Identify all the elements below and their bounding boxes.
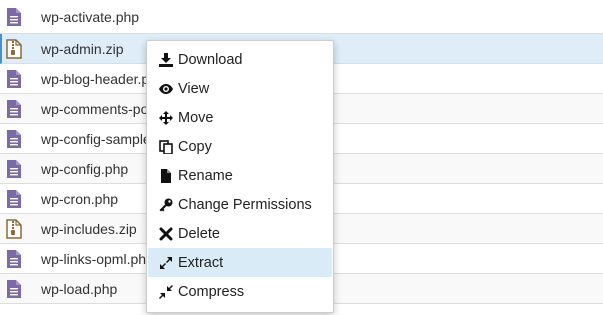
php-file-icon	[7, 249, 21, 268]
php-file-icon	[7, 99, 21, 118]
download-icon	[159, 52, 173, 67]
menu-item-extract[interactable]: Extract	[148, 248, 332, 277]
php-file-icon	[7, 189, 21, 208]
expand-icon	[160, 256, 172, 269]
menu-item-rename[interactable]: Rename	[148, 161, 332, 190]
file-name: wp-admin.zip	[41, 40, 124, 57]
file-name: wp-links-opml.ph	[41, 250, 147, 267]
menu-item-delete[interactable]: Delete	[148, 219, 332, 248]
menu-item-label: Download	[178, 51, 243, 68]
menu-item-label: Compress	[178, 283, 245, 300]
menu-item-download[interactable]: Download	[148, 45, 332, 74]
menu-item-label: Extract	[178, 254, 224, 271]
php-file-icon	[7, 69, 21, 88]
php-file-icon	[7, 129, 21, 148]
file-name: wp-config.php	[41, 160, 129, 177]
menu-item-label: Move	[178, 109, 214, 126]
file-name: wp-includes.zip	[41, 220, 137, 237]
menu-item-copy[interactable]: Copy	[148, 132, 332, 161]
file-name: wp-load.php	[41, 280, 118, 297]
zip-file-icon	[6, 38, 22, 59]
file-row[interactable]: wp-activate.php	[0, 0, 603, 34]
file-name: wp-activate.php	[41, 8, 140, 25]
menu-item-label: Rename	[178, 167, 233, 184]
file-name: wp-cron.php	[41, 190, 119, 207]
menu-item-view[interactable]: View	[148, 74, 332, 103]
menu-item-move[interactable]: Move	[148, 103, 332, 132]
menu-item-label: Delete	[178, 225, 220, 242]
menu-item-label: Change Permissions	[178, 196, 312, 213]
menu-item-label: Copy	[178, 138, 212, 155]
compress-icon	[159, 284, 173, 299]
menu-item-change-permissions[interactable]: Change Permissions	[148, 190, 332, 219]
x-icon	[159, 227, 173, 240]
php-file-icon	[7, 7, 21, 26]
php-file-icon	[7, 159, 21, 178]
menu-item-label: View	[178, 80, 210, 97]
eye-icon	[159, 83, 173, 94]
file-name: wp-comments-po	[41, 100, 149, 117]
file-name: wp-blog-header.p	[41, 70, 150, 87]
menu-item-compress[interactable]: Compress	[148, 277, 332, 306]
copy-icon	[159, 139, 173, 154]
move-arrows-icon	[159, 110, 173, 125]
file-name: wp-config-sample	[41, 130, 151, 147]
php-file-icon	[7, 279, 21, 298]
key-icon	[159, 198, 173, 211]
zip-file-icon	[6, 218, 22, 239]
context-menu: Download View Move Copy Rename Change Pe…	[146, 40, 334, 313]
file-icon	[161, 168, 171, 183]
